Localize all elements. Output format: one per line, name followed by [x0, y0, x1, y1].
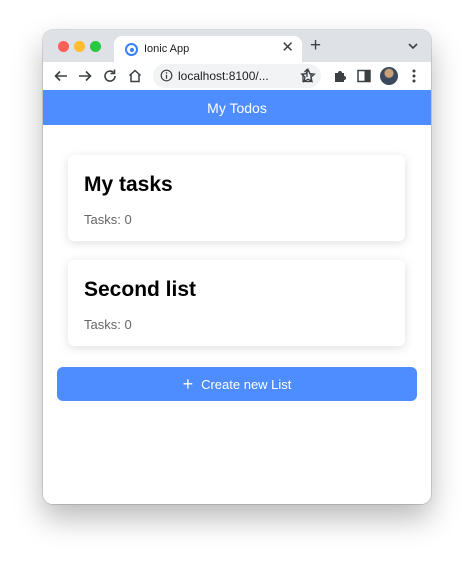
tab-close-icon[interactable]: ✕	[281, 39, 294, 57]
info-icon[interactable]	[160, 69, 173, 87]
tab-title: Ionic App	[144, 43, 190, 55]
reload-icon[interactable]	[101, 67, 119, 85]
browser-toolbar: localhost:8100/...	[43, 62, 431, 90]
window-close-button[interactable]	[58, 41, 69, 52]
side-panel-icon[interactable]	[355, 67, 373, 85]
tab-strip: Ionic App ✕ +	[43, 30, 431, 62]
app-content: My tasks Tasks: 0 Second list Tasks: 0 +…	[43, 125, 431, 504]
bookmark-star-icon[interactable]	[299, 67, 317, 85]
new-tab-button[interactable]: +	[310, 36, 321, 56]
address-url: localhost:8100/...	[178, 69, 269, 83]
list-card[interactable]: Second list Tasks: 0	[68, 260, 405, 346]
app-header: My Todos	[43, 90, 431, 125]
home-icon[interactable]	[126, 67, 144, 85]
extensions-icon[interactable]	[331, 67, 349, 85]
address-bar[interactable]: localhost:8100/...	[153, 64, 321, 88]
window-maximize-button[interactable]	[90, 41, 101, 52]
tab-search-chevron-icon[interactable]	[407, 39, 419, 57]
ionic-favicon-icon	[125, 43, 138, 56]
profile-avatar[interactable]	[380, 67, 398, 85]
create-new-list-button[interactable]: + Create new List	[57, 367, 417, 401]
list-card-task-count: Tasks: 0	[84, 317, 132, 332]
browser-window: Ionic App ✕ + localhost:8100/... My Todo…	[43, 30, 431, 504]
page-title: My Todos	[207, 99, 267, 116]
list-card-title: My tasks	[84, 173, 173, 196]
back-icon[interactable]	[52, 67, 70, 85]
browser-tab[interactable]: Ionic App ✕	[114, 36, 302, 62]
add-icon: +	[182, 374, 194, 394]
more-menu-icon[interactable]	[405, 67, 423, 85]
list-card-task-count: Tasks: 0	[84, 212, 132, 227]
window-minimize-button[interactable]	[74, 41, 85, 52]
list-card[interactable]: My tasks Tasks: 0	[68, 155, 405, 241]
forward-icon[interactable]	[76, 67, 94, 85]
list-card-title: Second list	[84, 278, 197, 301]
create-new-list-label: Create new List	[201, 376, 292, 392]
